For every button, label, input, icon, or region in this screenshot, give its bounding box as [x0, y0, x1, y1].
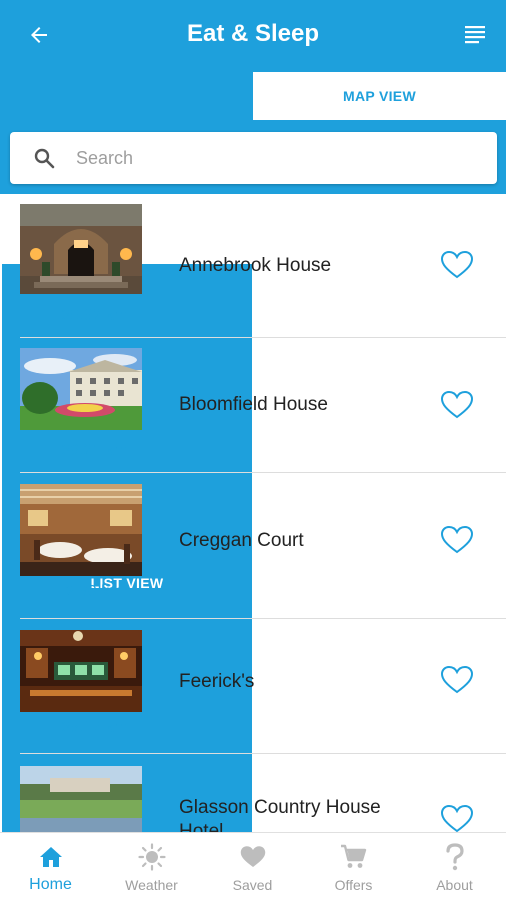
place-photo	[20, 484, 142, 576]
place-list[interactable]: 38.62 km Annebrook House 36.21 km Bloomf…	[0, 194, 506, 832]
view-tabs: LIST VIEW MAP VIEW	[0, 70, 506, 900]
cart-icon	[339, 843, 369, 871]
arrow-left-icon	[31, 27, 47, 43]
place-photo	[20, 766, 142, 832]
nav-label: Weather	[125, 877, 178, 893]
menu-button[interactable]	[458, 18, 492, 52]
place-name: Bloomfield House	[179, 394, 328, 415]
list-item[interactable]: 38.62 km Annebrook House	[0, 194, 506, 338]
place-photo	[20, 204, 142, 294]
place-name: Glasson Country House Hotel	[179, 797, 381, 832]
nav-saved[interactable]: Saved	[202, 833, 303, 900]
nav-weather[interactable]: Weather	[101, 833, 202, 900]
heart-outline-icon[interactable]	[440, 525, 474, 555]
nav-label: Saved	[232, 877, 273, 893]
nav-label: Offers	[334, 877, 373, 893]
place-photo	[20, 348, 142, 430]
list-item[interactable]: 35.17 km Feerick's	[0, 619, 506, 753]
distance-label: 2.90 km	[65, 583, 123, 600]
question-icon	[440, 843, 470, 871]
heart-outline-icon[interactable]	[440, 250, 474, 280]
heart-icon	[238, 843, 268, 871]
place-photo	[20, 630, 142, 712]
nav-label: About	[436, 877, 473, 893]
heart-outline-icon[interactable]	[440, 804, 474, 832]
app-bar: Eat & Sleep	[0, 0, 506, 70]
tab-map-view[interactable]: MAP VIEW	[253, 72, 506, 120]
search-bar-container	[0, 122, 506, 194]
place-name: Annebrook House	[179, 255, 332, 276]
list-item[interactable]: 2.90 km Creggan Court	[0, 473, 506, 618]
nav-about[interactable]: About	[404, 833, 505, 900]
bottom-navigation: Home Weather Saved Offers About	[0, 832, 506, 900]
distance-label: 36.21 km	[61, 442, 127, 459]
menu-lines-icon	[465, 26, 485, 44]
search-input[interactable]	[76, 140, 476, 176]
nav-offers[interactable]: Offers	[303, 833, 404, 900]
search-box	[10, 132, 497, 184]
search-icon	[34, 148, 55, 169]
page-title: Eat & Sleep	[186, 20, 320, 47]
sun-icon	[137, 843, 167, 871]
distance-label: 38.62 km	[61, 307, 127, 324]
heart-outline-icon[interactable]	[440, 665, 474, 695]
distance-label: 35.17 km	[61, 719, 127, 736]
nav-home[interactable]: Home	[0, 833, 101, 900]
heart-outline-icon[interactable]	[440, 390, 474, 420]
place-name: Creggan Court	[179, 530, 304, 551]
place-name: Feerick's	[179, 671, 255, 692]
list-item[interactable]: Glasson Country House Hotel	[0, 754, 506, 832]
home-icon	[36, 843, 66, 871]
back-button[interactable]	[22, 18, 56, 52]
nav-label: Home	[29, 876, 72, 893]
list-item[interactable]: 36.21 km Bloomfield House	[0, 338, 506, 472]
